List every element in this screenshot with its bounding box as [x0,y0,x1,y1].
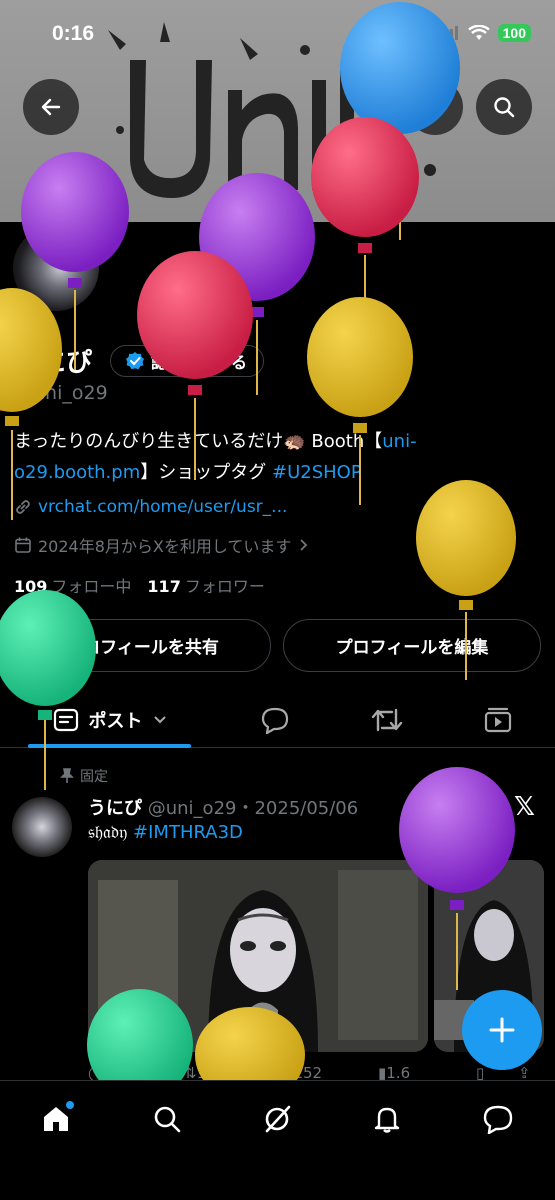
more-icon [425,97,445,117]
bell-icon [374,1107,400,1133]
post-image-1-art [88,860,428,1052]
compose-button[interactable] [462,990,542,1070]
followers-label: フォロワー [184,577,265,596]
reply-icon [261,707,289,734]
grok-icon [265,1105,291,1133]
chevron-right-icon [300,539,308,551]
post-author[interactable]: うにぴ [88,798,142,819]
joined-date[interactable]: 2024年8月からXを利用しています [14,533,309,557]
bottom-navigation [0,1080,555,1200]
wifi-icon [467,25,490,40]
joined-text: 2024年8月からXを利用しています [38,537,292,556]
nav-home[interactable] [36,1099,76,1139]
nav-grok[interactable] [257,1099,297,1139]
battery-indicator: 100 [497,24,531,42]
bio-text: まったりのんびり生きているだけ🦔 Booth【 [14,431,383,452]
posts-icon [53,708,78,732]
following-count: 109 [14,577,48,596]
tab-active-indicator [28,744,191,748]
post-hashtag-link[interactable]: #IMTHRA3D [133,822,243,843]
search-icon [494,97,515,118]
profile-tabs: ポスト [0,692,555,748]
tab-reposts[interactable] [357,692,417,748]
repost-icon [371,708,403,732]
status-time: 0:16 [52,22,95,45]
follow-stats: 109 フォロー中 117 フォロワー [14,573,265,597]
status-icons: 100 [439,24,531,42]
followers-link[interactable]: 117 フォロワー [147,573,264,597]
media-icon [484,707,512,733]
messages-icon [483,1105,513,1134]
nav-notifications[interactable] [367,1099,407,1139]
more-button[interactable] [407,79,463,135]
tab-posts[interactable]: ポスト [28,692,191,748]
search-button[interactable] [476,79,532,135]
edit-profile-button[interactable]: プロフィールを編集 [283,619,541,672]
tab-replies[interactable] [245,692,305,748]
post-image-1[interactable] [88,860,428,1052]
bio-text-2: 】ショップタグ [140,462,272,483]
verified-badge-icon [126,351,145,369]
profile-avatar[interactable] [10,222,102,314]
post-handle-date: @uni_o29・2025/05/06 [147,798,359,819]
post-text-prefix: 𝔰𝔥𝔞𝔡𝔶 [88,822,128,843]
pin-icon [60,768,74,783]
name-row: うにぴ 認証を受ける [14,342,265,379]
plus-icon [489,1017,515,1043]
get-verified-button[interactable]: 認証を受ける [110,344,265,377]
chevron-down-icon [153,716,166,724]
profile-website-link[interactable]: vrchat.com/home/user/usr_... [14,497,287,517]
status-bar: 0:16 100 [0,0,555,70]
bio-hashtag-link[interactable]: #U2SHOP [272,462,362,483]
post-header: うにぴ @uni_o29・2025/05/06 [88,794,358,820]
calendar-icon [15,537,31,553]
profile-handle: @uni_o29 [14,382,108,404]
display-name: うにぴ [14,348,93,378]
back-button[interactable] [23,79,79,135]
post-avatar[interactable] [12,797,72,857]
post-text: 𝔰𝔥𝔞𝔡𝔶 #IMTHRA3D [88,822,243,843]
pinned-label: 固定 [60,766,108,786]
signal-icon [439,26,458,40]
following-link[interactable]: 109 フォロー中 [14,573,131,597]
x-logo-icon[interactable]: 𝕏 [514,792,535,822]
link-icon [16,500,30,514]
get-verified-label: 認証を受ける [151,352,248,372]
following-label: フォロー中 [51,577,132,596]
profile-bio: まったりのんびり生きているだけ🦔 Booth【uni-o29.booth.pm】… [14,426,534,488]
followers-count: 117 [147,577,181,596]
nav-search[interactable] [147,1099,187,1139]
tab-media[interactable] [468,692,528,748]
arrow-left-icon [41,98,61,116]
pinned-text: 固定 [80,769,108,785]
website-text: vrchat.com/home/user/usr_... [38,497,288,517]
nav-messages[interactable] [478,1099,518,1139]
search-icon [154,1106,181,1133]
notification-dot [66,1101,74,1109]
share-profile-button[interactable]: プロフィールを共有 [14,619,271,672]
tab-posts-label: ポスト [88,711,143,732]
